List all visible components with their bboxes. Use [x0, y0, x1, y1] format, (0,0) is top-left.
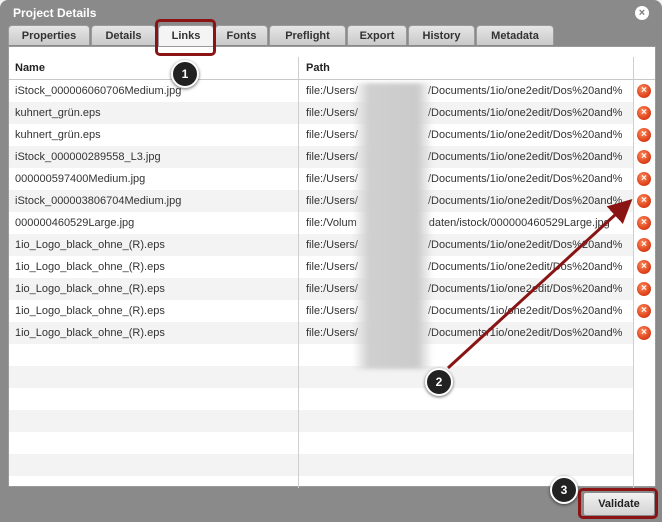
link-path-start: file:/Users/: [306, 173, 358, 185]
redacted-path-segment: [353, 83, 433, 369]
tab-preflight[interactable]: Preflight: [269, 25, 346, 45]
tab-details[interactable]: Details: [91, 25, 156, 45]
validate-button-highlight: [578, 488, 658, 519]
table-header: Name Path: [9, 57, 655, 80]
callout-3: 3: [550, 476, 578, 504]
link-name: kuhnert_grün.eps: [15, 107, 101, 119]
links-panel: Name Path × iStock_000006060706Medium.jpg…: [8, 46, 656, 488]
column-header-path[interactable]: Path: [306, 62, 330, 74]
delete-link-icon[interactable]: ×: [637, 216, 651, 230]
link-path-start: file:/Users/: [306, 261, 358, 273]
tab-export[interactable]: Export: [347, 25, 407, 45]
delete-link-icon[interactable]: ×: [637, 128, 651, 142]
table-row[interactable]: 1io_Logo_black_ohne_(R).eps file:/Users/ /…: [9, 256, 633, 278]
link-path-start: file:/Users/: [306, 305, 358, 317]
link-name: 1io_Logo_black_ohne_(R).eps: [15, 283, 165, 295]
link-path-end: /Documents/1io/one2edit/Dos%20and%: [427, 327, 623, 339]
link-path-end: /Documents/1io/one2edit/Dos%20and%: [427, 173, 623, 185]
table-row[interactable]: 1io_Logo_black_ohne_(R).eps file:/Users/ /…: [9, 234, 633, 256]
table-row[interactable]: iStock_000000289558_L3.jpg file:/Users/ /D…: [9, 146, 633, 168]
delete-link-icon[interactable]: ×: [637, 326, 651, 340]
empty-row: [9, 388, 633, 410]
link-name: 1io_Logo_black_ohne_(R).eps: [15, 239, 165, 251]
link-path-start: file:/Users/: [306, 283, 358, 295]
delete-link-icon[interactable]: ×: [637, 260, 651, 274]
empty-row: [9, 344, 633, 366]
link-name: kuhnert_grün.eps: [15, 129, 101, 141]
tab-history[interactable]: History: [408, 25, 475, 45]
link-name: iStock_000006060706Medium.jpg: [15, 85, 182, 97]
link-name: iStock_000003806704Medium.jpg: [15, 195, 182, 207]
link-path-end: /Documents/1io/one2edit/Dos%20and%: [427, 107, 623, 119]
tab-metadata[interactable]: Metadata: [476, 25, 554, 45]
link-path-start: file:/Users/: [306, 195, 358, 207]
title-bar: Project Details ×: [0, 0, 662, 26]
links-tab-highlight: [155, 19, 216, 56]
link-path-start: file:/Volum: [306, 217, 357, 229]
close-icon[interactable]: ×: [635, 6, 649, 20]
link-path-end: /Documents/1io/one2edit/Dos%20and%: [427, 261, 623, 273]
delete-link-icon[interactable]: ×: [637, 84, 651, 98]
link-path-start: file:/Users/: [306, 107, 358, 119]
delete-link-icon[interactable]: ×: [637, 172, 651, 186]
link-path-end: /Documents/1io/one2edit/Dos%20and%: [427, 195, 623, 207]
empty-row: [9, 366, 633, 388]
column-header-name[interactable]: Name: [15, 62, 45, 74]
link-name: 1io_Logo_black_ohne_(R).eps: [15, 327, 165, 339]
delete-link-icon[interactable]: ×: [637, 150, 651, 164]
tab-properties[interactable]: Properties: [8, 25, 90, 45]
link-path-end: /Documents/1io/one2edit/Dos%20and%: [427, 85, 623, 97]
link-name: 000000460529Large.jpg: [15, 217, 135, 229]
callout-1: 1: [171, 60, 199, 88]
link-path-end: daten/istock/000000460529Large.jpg: [428, 217, 610, 229]
link-name: iStock_000000289558_L3.jpg: [15, 151, 161, 163]
link-path-start: file:/Users/: [306, 327, 358, 339]
table-row[interactable]: 000000597400Medium.jpg file:/Users/ /Docum…: [9, 168, 633, 190]
link-name: 000000597400Medium.jpg: [15, 173, 146, 185]
table-row[interactable]: iStock_000006060706Medium.jpg file:/Users…: [9, 80, 633, 102]
link-path-end: /Documents/1io/one2edit/Dos%20and%: [427, 239, 623, 251]
table-row[interactable]: kuhnert_grün.eps file:/Users/ /Documents/1…: [9, 102, 633, 124]
empty-row: [9, 410, 633, 432]
table-row[interactable]: kuhnert_grün.eps file:/Users/ /Documents/1…: [9, 124, 633, 146]
tab-fonts[interactable]: Fonts: [215, 25, 268, 45]
delete-link-icon[interactable]: ×: [637, 238, 651, 252]
table-row[interactable]: 1io_Logo_black_ohne_(R).eps file:/Users/ /…: [9, 322, 633, 344]
empty-row: [9, 454, 633, 476]
delete-link-icon[interactable]: ×: [637, 194, 651, 208]
link-name: 1io_Logo_black_ohne_(R).eps: [15, 305, 165, 317]
delete-link-icon[interactable]: ×: [637, 304, 651, 318]
delete-link-icon[interactable]: ×: [637, 106, 651, 120]
link-path-end: /Documents/1io/one2edit/Dos%20and%: [427, 305, 623, 317]
table-row[interactable]: iStock_000003806704Medium.jpg file:/Users…: [9, 190, 633, 212]
link-path-start: file:/Users/: [306, 129, 358, 141]
link-path-start: file:/Users/: [306, 239, 358, 251]
link-path-end: /Documents/1io/one2edit/Dos%20and%: [427, 129, 623, 141]
table-row[interactable]: 000000460529Large.jpg file:/Volum daten/is…: [9, 212, 633, 234]
project-details-dialog: Project Details × Properties Details Lin…: [0, 0, 662, 522]
column-divider: [298, 57, 299, 488]
callout-2: 2: [425, 368, 453, 396]
column-divider: [633, 57, 634, 488]
table-row[interactable]: 1io_Logo_black_ohne_(R).eps file:/Users/ /…: [9, 300, 633, 322]
link-path-end: /Documents/1io/one2edit/Dos%20and%: [427, 151, 623, 163]
empty-row: [9, 432, 633, 454]
link-path-start: file:/Users/: [306, 85, 358, 97]
dialog-title: Project Details: [13, 6, 97, 20]
link-path-start: file:/Users/: [306, 151, 358, 163]
delete-link-icon[interactable]: ×: [637, 282, 651, 296]
link-path-end: /Documents/1io/one2edit/Dos%20and%: [427, 283, 623, 295]
table-row[interactable]: 1io_Logo_black_ohne_(R).eps file:/Users/ /…: [9, 278, 633, 300]
link-name: 1io_Logo_black_ohne_(R).eps: [15, 261, 165, 273]
